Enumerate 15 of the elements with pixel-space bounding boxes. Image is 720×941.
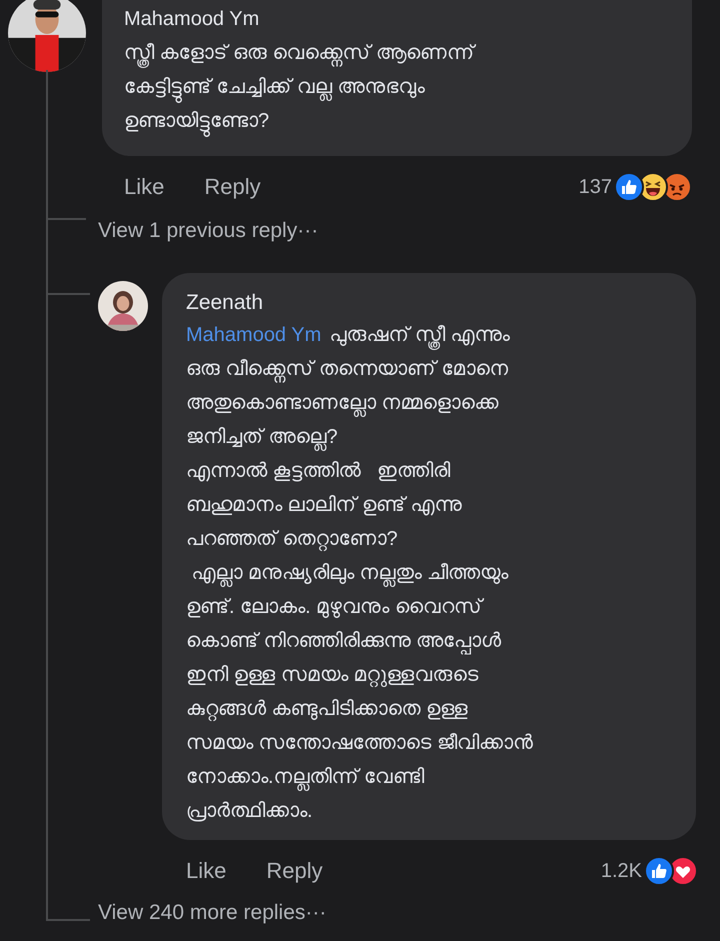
reply-text: Mahamood Ym പുരുഷന് സ്ത്രീ എന്നും ഒരു വീക്ക്നെസ് തന്നെയാണ് മോനെ അതുകൊണ്ടാണല്ലോ നമ്മളൊക്കെ ജനിച്ചത് അല്ലെ? എന്നാൽ കൂട്ടത്തിൽ ഇത്തിരി ബഹുമാനം ലാലിന് ഉണ്ട് എന്നു പറഞ്ഞത് തെറ്റാണോ? എല്ലാ മനുഷ്യരിലും നല്ലതും ചീത്തയും ഉണ്ട്. ലോകം. മുഴുവനും വൈറസ് കൊണ്ട് നിറഞ്ഞിരിക്കുന്നു അപ്പോൾ ഇനി ഉള്ള സമയം മറ്റുള്ളവരുടെ കുറ്റങ്ങൾ കണ്ടുപിടിക്കാതെ ഉള്ള സമയം സന്തോഷത്തോടെ ജീവിക്കാൻ നോക്കാം.നല്ലതിന്ന് വേണ്ടി പ്രാർത്ഥിക്കാം.	[186, 323, 534, 824]
comment-text: സ്ത്രീ കളോട് ഒരു വെക്ക്നെസ് ആണെന്ന് കേട്ടിട്ടുണ്ട് ചേച്ചിക്ക് വല്ല അനുഭവും ഉണ്ടായിട്ടുണ്ടോ?	[124, 36, 670, 138]
mention-link[interactable]: Mahamood Ym	[186, 324, 322, 346]
reply-link[interactable]: Reply	[204, 170, 261, 203]
thumbs-up-icon	[644, 856, 674, 886]
view-previous-replies-link[interactable]: View 1 previous reply···	[98, 215, 318, 246]
author-name[interactable]: Zeenath	[186, 286, 672, 318]
reaction-count: 137	[578, 174, 612, 200]
view-more-replies-link[interactable]: View 240 more replies···	[98, 897, 326, 928]
thumbs-up-icon	[614, 172, 644, 202]
like-link[interactable]: Like	[124, 170, 164, 203]
reaction-count: 1.2K	[600, 858, 642, 884]
like-link[interactable]: Like	[186, 854, 226, 887]
reply-link[interactable]: Reply	[266, 854, 323, 887]
author-name[interactable]: Mahamood Ym	[124, 4, 670, 34]
